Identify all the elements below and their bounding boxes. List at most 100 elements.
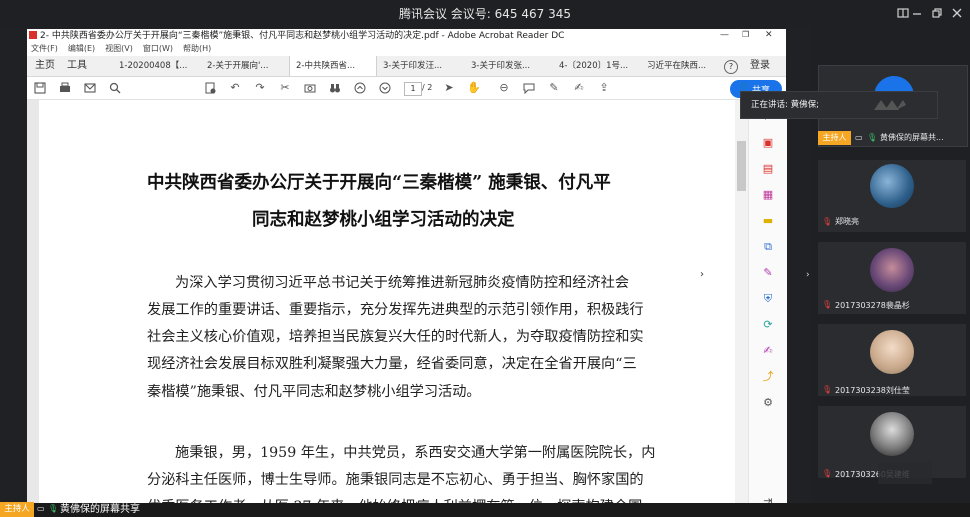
- email-icon[interactable]: [83, 81, 97, 95]
- hover-overlay: [878, 462, 932, 484]
- presenter-mic-icon: 🎙: [48, 504, 59, 513]
- pointer-icon[interactable]: ➤: [442, 81, 456, 95]
- tab-doc-2[interactable]: 2-关于开展向'...: [201, 56, 289, 76]
- participant-avatar-3: [870, 248, 914, 292]
- para1-line-1: 为深入学习贯彻习近平总书记关于统筹推进新冠肺炎疫情防控和经济社会: [175, 275, 630, 291]
- mic-off-icon-2: 🎙: [822, 217, 833, 226]
- search-icon[interactable]: [108, 81, 122, 95]
- mic-on-icon: 🎙: [867, 133, 878, 142]
- hand-icon[interactable]: ✋: [467, 81, 481, 95]
- save-icon[interactable]: [33, 81, 47, 95]
- redo-icon[interactable]: ↷: [253, 81, 267, 95]
- next-page-icon[interactable]: [378, 81, 392, 95]
- comment-rail-icon[interactable]: ▬: [761, 214, 775, 228]
- speaking-text: 正在讲话: 黄佛保;: [751, 100, 819, 110]
- participant-avatar-4: [870, 330, 914, 374]
- tab-doc-6[interactable]: 4-〔2020〕1号...: [553, 56, 641, 76]
- page-number-input[interactable]: 1: [404, 82, 422, 96]
- meeting-title: 腾讯会议 会议号: 645 467 345: [398, 7, 571, 21]
- more-tools-icon[interactable]: ⚙: [761, 396, 775, 410]
- create-pdf-icon[interactable]: [203, 81, 217, 95]
- restore-icon[interactable]: [930, 6, 944, 20]
- tab-home[interactable]: 主页: [29, 56, 61, 76]
- highlight-icon[interactable]: ✎: [547, 81, 561, 95]
- presenter-host-badge: 主持人: [0, 502, 34, 517]
- sign-icon[interactable]: ✍: [572, 81, 586, 95]
- print-icon[interactable]: [58, 81, 72, 95]
- menu-view[interactable]: 视图(V): [105, 44, 133, 53]
- cut-icon[interactable]: ✂: [278, 81, 292, 95]
- participant-name-3: 2017303278裴晶杉: [835, 301, 910, 310]
- combine-files-icon[interactable]: ⧉: [761, 240, 775, 254]
- export-pdf-icon[interactable]: ▣: [761, 136, 775, 150]
- presenter-share-label: 黄佛保的屏幕共享: [60, 504, 140, 515]
- protect-icon[interactable]: ⛨: [761, 292, 775, 306]
- para1-line-4: 现经济社会发展目标双胜利凝聚强大力量，经省委同意，决定在全省开展向“三: [147, 356, 637, 372]
- minimize-icon[interactable]: [910, 6, 924, 20]
- login-button[interactable]: 登录: [750, 56, 780, 76]
- participant-name-2: 郑晓亮: [835, 217, 859, 226]
- tab-doc-5[interactable]: 3-关于印发张...: [465, 56, 553, 76]
- bottom-bar: [0, 503, 970, 517]
- comment-icon[interactable]: [522, 81, 536, 95]
- host-badge: 主持人: [818, 131, 851, 145]
- mic-off-icon-5: 🎙: [822, 469, 833, 478]
- layout-icon[interactable]: [896, 6, 910, 20]
- close-icon[interactable]: [950, 6, 964, 20]
- menu-help[interactable]: 帮助(H): [183, 44, 211, 53]
- tab-doc-4[interactable]: 3-关于印发汪...: [377, 56, 465, 76]
- zoom-out-icon[interactable]: ⊖: [497, 81, 511, 95]
- presenter-screen-icon: ▭: [37, 504, 45, 513]
- create-pdf-rail-icon[interactable]: ▤: [761, 162, 775, 176]
- page-total: / 2: [422, 83, 433, 92]
- mic-off-icon-3: 🎙: [822, 300, 833, 309]
- tab-doc-7[interactable]: 习近平在陕西...: [641, 56, 721, 76]
- menu-bar: 文件(F) 编辑(E) 视图(V) 窗口(W) 帮助(H): [27, 43, 786, 55]
- acrobat-close-icon[interactable]: ✕: [765, 30, 775, 42]
- menu-window[interactable]: 窗口(W): [143, 44, 173, 53]
- menu-edit[interactable]: 编辑(E): [68, 44, 95, 53]
- scrollbar-thumb[interactable]: [737, 141, 746, 191]
- find-binoculars-icon[interactable]: [328, 81, 342, 95]
- participant-avatar-5: [870, 412, 914, 456]
- participant-name-4: 2017303238刘仕莹: [835, 386, 910, 395]
- para1-line-2: 发展工作的重要讲话、重要指示，充分发挥先进典型的示范引领作用，积极践行: [147, 302, 644, 318]
- edit-pdf-icon[interactable]: ▦: [761, 188, 775, 202]
- snapshot-icon[interactable]: [303, 81, 317, 95]
- toolbar: ↶ ↷ ✂ 1 / 2 ➤ ✋ ⊖ ✎ ✍ ⇪: [27, 77, 786, 100]
- send-for-signature-icon[interactable]: ✍: [761, 344, 775, 358]
- acrobat-logo-icon: [29, 31, 37, 39]
- para1-line-5: 秦楷模”施秉银、付凡平同志和赵梦桃小组学习活动。: [147, 384, 481, 400]
- para2-line-1: 施秉银，男，1959 年生，中共党员，系西安交通大学第一附属医院院长，内: [175, 445, 656, 461]
- tab-bar: 主页 工具 1-20200408【... 2-关于开展向'... 2-中共陕西省…: [27, 56, 786, 77]
- para1-line-3: 社会主义核心价值观，培养担当民族复兴大任的时代新人，为夺取疫情防控和实: [147, 329, 644, 345]
- mic-off-icon-4: 🎙: [822, 385, 833, 394]
- screen-share-icon: ▭: [855, 133, 863, 142]
- fill-sign-icon[interactable]: ✎: [761, 266, 775, 280]
- undo-icon[interactable]: ↶: [228, 81, 242, 95]
- optimize-icon[interactable]: ⟳: [761, 318, 775, 332]
- tab-doc-3-active[interactable]: 2-中共陕西省...: [289, 56, 377, 76]
- acrobat-window: 2- 中共陕西省委办公厅关于开展向“三秦楷模”施秉银、付凡平同志和赵梦桃小组学习…: [27, 29, 787, 507]
- acrobat-restore-icon[interactable]: ❐: [742, 30, 752, 42]
- acrobat-window-title: 2- 中共陕西省委办公厅关于开展向“三秦楷模”施秉银、付凡平同志和赵梦桃小组学习…: [40, 31, 565, 41]
- menu-file[interactable]: 文件(F): [31, 44, 58, 53]
- pdf-page: 中共陕西省委办公厅关于开展向“三秦楷模” 施秉银、付凡平 同志和赵梦桃小组学习活…: [39, 100, 735, 503]
- speaking-tooltip: 正在讲话: 黄佛保;: [740, 91, 938, 119]
- tab-tools[interactable]: 工具: [61, 56, 95, 76]
- mouse-cursor-icon: ›: [700, 269, 704, 280]
- export-icon[interactable]: ⤴: [761, 370, 775, 384]
- tab-doc-1[interactable]: 1-20200408【...: [113, 56, 201, 76]
- prev-page-icon[interactable]: [353, 81, 367, 95]
- participant-name-1: 黄佛保的屏幕共...: [880, 133, 944, 142]
- doc-title-line-2: 同志和赵梦桃小组学习活动的决定: [252, 210, 515, 230]
- acrobat-minimize-icon[interactable]: —: [720, 30, 730, 42]
- participant-avatar-2: [870, 164, 914, 208]
- share-link-icon[interactable]: ⇪: [597, 81, 611, 95]
- para2-line-3: 优秀医务工作者。从医 37 年来，他始终把病人利益摆在第一位，探索构建全国: [147, 496, 642, 503]
- help-icon[interactable]: ?: [724, 60, 738, 74]
- acrobat-title-bar: 2- 中共陕西省委办公厅关于开展向“三秦楷模”施秉银、付凡平同志和赵梦桃小组学习…: [27, 29, 786, 43]
- doc-title-line-1: 中共陕西省委办公厅关于开展向“三秦楷模” 施秉银、付凡平: [147, 173, 611, 193]
- tencent-meeting-logo-icon: [874, 100, 906, 110]
- para2-line-2: 分泌科主任医师，博士生导师。施秉银同志是不忘初心、勇于担当、胸怀家国的: [147, 472, 644, 488]
